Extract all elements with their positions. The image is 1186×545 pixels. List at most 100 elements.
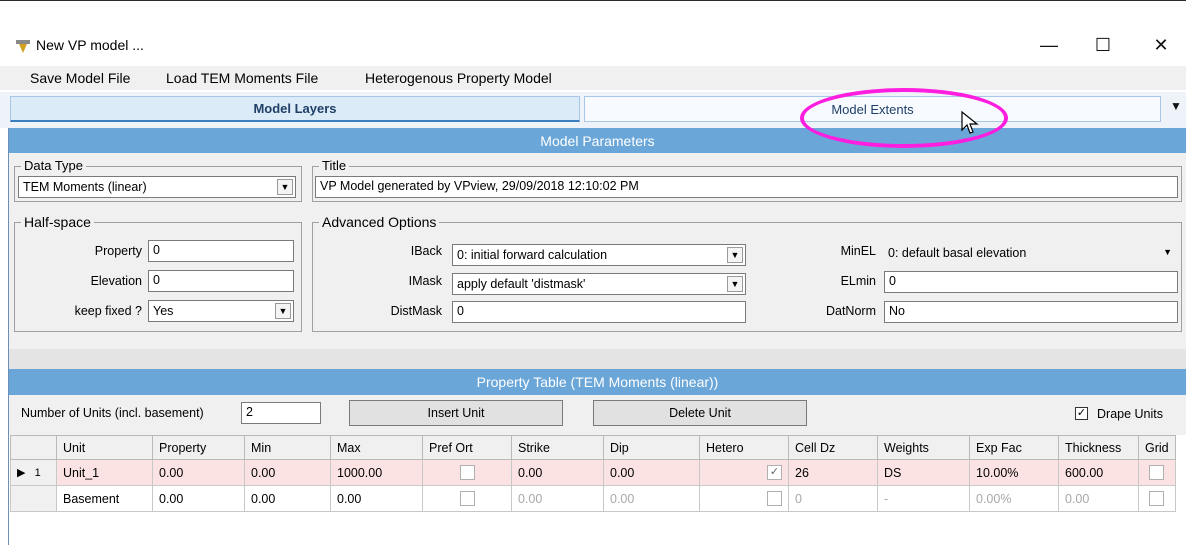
cell-max[interactable]: 0.00 xyxy=(330,485,423,512)
cell-unit[interactable]: Basement xyxy=(56,485,153,512)
drape-units-checkbox[interactable]: ✓ xyxy=(1075,407,1088,420)
cell-weights[interactable]: DS xyxy=(877,459,970,486)
row-pointer-icon: ▶ xyxy=(17,467,26,479)
chevron-down-icon: ▼ xyxy=(727,247,743,263)
cell-dip[interactable]: 0.00 xyxy=(603,485,700,512)
units-input[interactable]: 2 xyxy=(241,402,321,424)
table-header-row: Unit Property Min Max Pref Ort Strike Di… xyxy=(10,435,1176,460)
cell-pref-ort[interactable] xyxy=(422,485,512,512)
distmask-label: DistMask xyxy=(390,304,442,318)
cell-property[interactable]: 0.00 xyxy=(152,459,245,486)
menu-save-model-file[interactable]: Save Model File xyxy=(30,70,130,86)
property-input[interactable]: 0 xyxy=(148,240,294,262)
tab-strip: Model Layers Model Extents xyxy=(0,92,1186,128)
column-header-exp-fac[interactable]: Exp Fac xyxy=(969,435,1059,460)
column-header-dip[interactable]: Dip xyxy=(603,435,700,460)
cell-thickness[interactable]: 600.00 xyxy=(1058,459,1139,486)
cell-unit[interactable]: Unit_1 xyxy=(56,459,153,486)
tab-model-layers[interactable]: Model Layers xyxy=(10,96,580,122)
cell-hetero[interactable] xyxy=(699,485,789,512)
column-header-grid[interactable]: Grid xyxy=(1138,435,1176,460)
minel-value: 0: default basal elevation xyxy=(888,246,1027,260)
cell-thickness[interactable]: 0.00 xyxy=(1058,485,1139,512)
hetero-checkbox[interactable] xyxy=(767,491,782,507)
column-header-unit[interactable]: Unit xyxy=(56,435,153,460)
property-label: Property xyxy=(94,244,142,258)
pref-ort-checkbox[interactable] xyxy=(459,491,475,507)
elmin-label: ELmin xyxy=(840,274,876,288)
cell-min[interactable]: 0.00 xyxy=(244,485,331,512)
window-title: New VP model ... xyxy=(36,37,144,53)
column-header-thickness[interactable]: Thickness xyxy=(1058,435,1139,460)
model-parameters-header: Model Parameters xyxy=(9,128,1186,154)
cell-exp-fac[interactable]: 0.00% xyxy=(969,485,1059,512)
cell-strike[interactable]: 0.00 xyxy=(511,485,604,512)
column-header-hetero[interactable]: Hetero xyxy=(699,435,789,460)
title-input[interactable]: VP Model generated by VPview, 29/09/2018… xyxy=(315,176,1178,198)
grid-checkbox[interactable] xyxy=(1149,491,1165,507)
elevation-input[interactable]: 0 xyxy=(148,270,294,292)
chevron-down-icon: ▼ xyxy=(1163,247,1172,257)
cell-exp-fac[interactable]: 10.00% xyxy=(969,459,1059,486)
cell-strike[interactable]: 0.00 xyxy=(511,459,604,486)
minimize-button[interactable]: — xyxy=(1026,31,1072,59)
app-icon xyxy=(16,40,30,53)
column-header-pref-ort[interactable]: Pref Ort xyxy=(422,435,512,460)
cell-pref-ort[interactable] xyxy=(422,459,512,486)
data-type-select[interactable]: TEM Moments (linear) ▼ xyxy=(18,176,296,198)
imask-label: IMask xyxy=(408,274,442,288)
minel-select[interactable]: 0: default basal elevation ▼ xyxy=(884,243,1178,265)
column-header-property[interactable]: Property xyxy=(152,435,245,460)
column-header-max[interactable]: Max xyxy=(330,435,423,460)
menu-load-tem-moments-file[interactable]: Load TEM Moments File xyxy=(166,70,318,86)
elevation-label: Elevation xyxy=(90,274,142,288)
datnorm-input[interactable]: No xyxy=(884,301,1178,323)
cell-weights[interactable]: - xyxy=(877,485,970,512)
maximize-button[interactable]: ☐ xyxy=(1080,31,1126,59)
row-header[interactable] xyxy=(10,485,57,512)
cell-max[interactable]: 1000.00 xyxy=(330,459,423,486)
mouse-cursor-icon xyxy=(961,110,979,134)
cell-hetero[interactable]: ✓ xyxy=(699,459,789,486)
column-header-min[interactable]: Min xyxy=(244,435,331,460)
splitter[interactable] xyxy=(9,349,1186,369)
pref-ort-checkbox[interactable] xyxy=(459,465,475,481)
advanced-options-legend: Advanced Options xyxy=(319,214,440,230)
table-row[interactable]: Basement 0.00 0.00 0.00 0.00 0.00 0 - 0.… xyxy=(10,485,1176,512)
row-number: 1 xyxy=(34,467,41,479)
column-header-cell-dz[interactable]: Cell Dz xyxy=(788,435,878,460)
delete-unit-button[interactable]: Delete Unit xyxy=(593,400,807,426)
row-header[interactable]: ▶ 1 xyxy=(10,459,57,486)
cell-grid[interactable] xyxy=(1138,459,1176,486)
datnorm-label: DatNorm xyxy=(825,304,876,318)
tab-scroll-icon[interactable]: ▼ xyxy=(1170,99,1182,113)
table-row[interactable]: ▶ 1 Unit_1 0.00 0.00 1000.00 0.00 0.00 ✓… xyxy=(10,459,1176,486)
cell-cell-dz[interactable]: 26 xyxy=(788,459,878,486)
elmin-input[interactable]: 0 xyxy=(884,271,1178,293)
cell-cell-dz[interactable]: 0 xyxy=(788,485,878,512)
menu-heterogenous-property-model[interactable]: Heterogenous Property Model xyxy=(365,70,552,86)
close-button[interactable]: ✕ xyxy=(1138,31,1184,59)
column-header-strike[interactable]: Strike xyxy=(511,435,604,460)
property-table-header: Property Table (TEM Moments (linear)) xyxy=(9,369,1186,395)
data-type-legend: Data Type xyxy=(21,158,87,173)
menu-bar: Save Model File Load TEM Moments File He… xyxy=(0,66,1186,90)
imask-select[interactable]: apply default 'distmask' ▼ xyxy=(452,273,746,295)
distmask-input[interactable]: 0 xyxy=(452,301,746,323)
chevron-down-icon: ▼ xyxy=(275,303,291,319)
hetero-checkbox[interactable]: ✓ xyxy=(767,465,782,481)
grid-checkbox[interactable] xyxy=(1149,465,1165,481)
cell-min[interactable]: 0.00 xyxy=(244,459,331,486)
insert-unit-button[interactable]: Insert Unit xyxy=(349,400,563,426)
cell-dip[interactable]: 0.00 xyxy=(603,459,700,486)
keep-fixed-select[interactable]: Yes ▼ xyxy=(148,300,294,322)
cell-property[interactable]: 0.00 xyxy=(152,485,245,512)
iback-select[interactable]: 0: initial forward calculation ▼ xyxy=(452,244,746,266)
property-table-toolbar: Number of Units (incl. basement) 2 Inser… xyxy=(9,395,1186,435)
chevron-down-icon: ▼ xyxy=(727,276,743,292)
column-header-weights[interactable]: Weights xyxy=(877,435,970,460)
imask-value: apply default 'distmask' xyxy=(457,277,586,291)
drape-units-label: Drape Units xyxy=(1097,407,1163,421)
column-header-corner xyxy=(10,435,57,460)
cell-grid[interactable] xyxy=(1138,485,1176,512)
